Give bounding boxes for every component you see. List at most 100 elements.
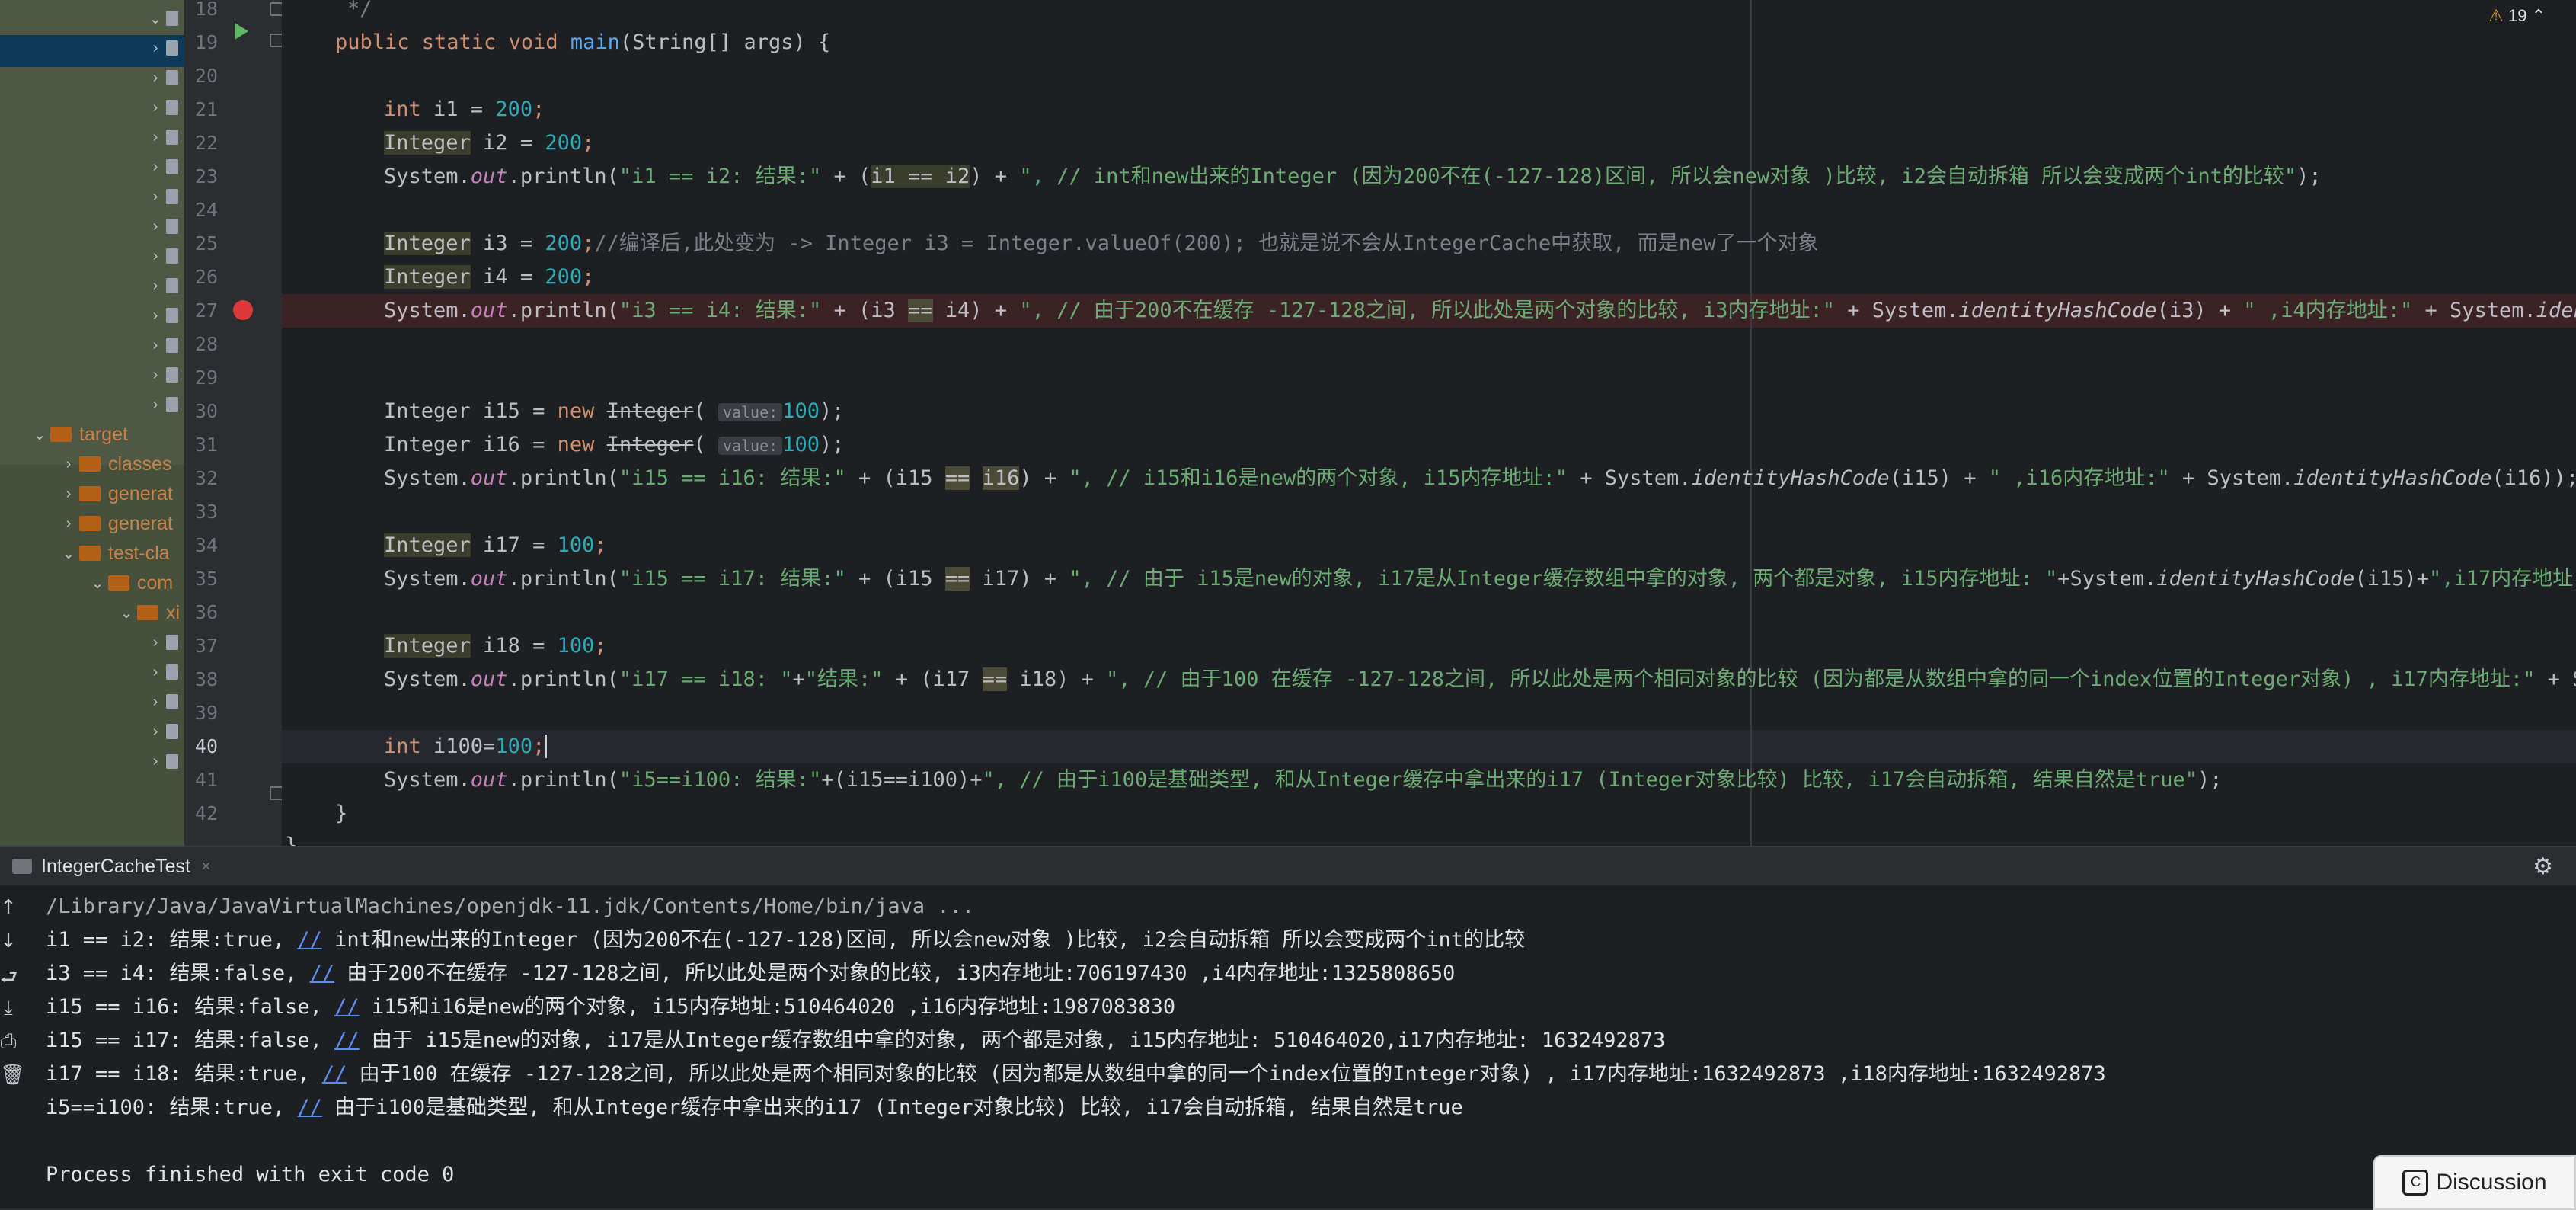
line-number: 18	[194, 0, 218, 20]
tree-item[interactable]: ›	[145, 272, 184, 299]
tree-item[interactable]: ⌄ target	[29, 421, 128, 448]
trash-icon[interactable]: 🗑	[0, 1064, 25, 1087]
tree-item[interactable]: ›	[145, 213, 184, 240]
tree-item[interactable]: ›	[145, 153, 184, 181]
chevron-right-icon[interactable]: ›	[58, 456, 79, 473]
chevron-right-icon[interactable]: ›	[145, 367, 166, 384]
tree-item[interactable]: ›	[145, 94, 184, 121]
code-token: + System.	[1834, 299, 1959, 322]
tree-item[interactable]: ›	[145, 658, 184, 686]
chevron-right-icon[interactable]: ›	[145, 693, 166, 711]
code-token: .println(	[507, 299, 619, 322]
chevron-right-icon[interactable]: ›	[145, 277, 166, 295]
tree-item[interactable]: ›	[145, 302, 184, 329]
tree-item[interactable]: ›	[145, 718, 184, 745]
package-icon	[166, 724, 178, 739]
tree-item[interactable]: ›	[145, 747, 184, 775]
chevron-right-icon[interactable]: ›	[145, 69, 166, 87]
chevron-right-icon[interactable]: ›	[145, 188, 166, 206]
run-gutter-icon[interactable]	[235, 23, 248, 40]
chevron-right-icon[interactable]: ›	[145, 99, 166, 117]
print-icon[interactable]: ⎙	[0, 1030, 17, 1054]
discussion-icon: C	[2402, 1170, 2429, 1196]
chevron-right-icon[interactable]: ›	[145, 307, 166, 325]
code-token: System.	[384, 466, 471, 490]
tree-item[interactable]: ›	[145, 361, 184, 389]
console-link[interactable]: //	[334, 1029, 360, 1052]
chevron-right-icon[interactable]: ›	[145, 396, 166, 414]
method-token: identityHashCode	[2293, 466, 2492, 490]
code-token: ;	[594, 533, 607, 557]
soft-wrap-icon[interactable]: ⮐	[0, 963, 18, 997]
code-token: );	[819, 399, 845, 423]
code-token: System.	[384, 165, 471, 188]
chevron-down-icon[interactable]: ⌄	[87, 574, 108, 593]
string-token: "i5==i100: 结果:"	[618, 768, 822, 792]
chevron-up-icon[interactable]: ⌃	[2532, 6, 2546, 25]
chevron-right-icon[interactable]: ›	[58, 515, 79, 533]
chevron-down-icon[interactable]: ⌄	[29, 425, 50, 444]
tree-item[interactable]: › generat	[58, 510, 173, 537]
close-icon[interactable]: ×	[201, 856, 211, 876]
string-token: "结果:"	[804, 667, 884, 691]
chevron-right-icon[interactable]: ›	[145, 158, 166, 176]
tree-item[interactable]: ⌄ com	[87, 569, 174, 597]
tree-item[interactable]: ›	[145, 64, 184, 91]
tree-item-label: generat	[108, 512, 173, 534]
scroll-up-icon[interactable]: ↑	[0, 896, 17, 919]
tree-item[interactable]: ›	[145, 629, 184, 656]
chevron-right-icon[interactable]: ›	[145, 723, 166, 741]
chevron-down-icon[interactable]: ⌄	[116, 603, 137, 623]
code-token: ;	[582, 232, 595, 255]
code-token: .println(	[507, 165, 619, 188]
string-token: ", // i15和i16是new的两个对象, i15内存地址:"	[1069, 466, 1568, 490]
scroll-down-icon[interactable]: ↓	[0, 930, 17, 952]
tree-item[interactable]: › classes	[58, 450, 172, 478]
discussion-button[interactable]: C Discussion	[2373, 1155, 2576, 1210]
chevron-right-icon[interactable]: ›	[145, 753, 166, 770]
chevron-right-icon[interactable]: ›	[145, 634, 166, 651]
tree-item[interactable]: ›	[145, 183, 184, 210]
code-line-25: Integer i3 = 200;//编译后,此处变为 -> Integer i…	[384, 227, 1818, 261]
chevron-right-icon[interactable]: ›	[145, 40, 166, 57]
chevron-down-icon[interactable]: ⌄	[58, 544, 79, 563]
tree-item[interactable]: ›	[145, 688, 184, 715]
chevron-right-icon[interactable]: ›	[58, 485, 79, 503]
tree-item[interactable]: ›	[145, 242, 184, 270]
folder-icon	[50, 427, 72, 442]
tree-item[interactable]: ›	[145, 34, 184, 62]
line-number: 36	[194, 601, 218, 623]
current-line-highlight	[282, 730, 2576, 763]
inspection-widget[interactable]: ⚠ 19 ⌃	[2488, 6, 2546, 26]
tree-item[interactable]: ⌄ test-cla	[58, 539, 170, 567]
tree-item[interactable]: ⌄ xi	[116, 599, 180, 626]
code-line-41: System.out.println("i5==i100: 结果:"+(i15=…	[384, 763, 2223, 797]
chevron-right-icon[interactable]: ›	[145, 129, 166, 146]
run-tab-integercachetest[interactable]: IntegerCacheTest ×	[12, 850, 211, 882]
console-link[interactable]: //	[334, 995, 360, 1019]
console-line: i1 == i2: 结果:true, // int和new出来的Integer …	[46, 924, 1525, 957]
chevron-right-icon[interactable]: ›	[145, 248, 166, 265]
code-token: Integer i15 =	[384, 399, 558, 423]
chevron-right-icon[interactable]: ›	[145, 337, 166, 354]
tree-item[interactable]: ›	[145, 331, 184, 359]
line-number: 27	[194, 299, 218, 322]
tree-item[interactable]: ›	[145, 391, 184, 418]
tree-item[interactable]: ⌄	[145, 5, 184, 32]
console-link[interactable]: //	[322, 1062, 347, 1086]
console-link[interactable]: //	[297, 928, 322, 952]
tree-item[interactable]: ›	[145, 123, 184, 151]
code-token: (i15) +	[1889, 466, 1989, 490]
breakpoint-icon[interactable]	[233, 300, 253, 320]
console-link[interactable]: //	[297, 1096, 322, 1119]
console-link[interactable]: //	[310, 962, 335, 985]
settings-gear-icon[interactable]: ⚙	[2533, 853, 2553, 880]
chevron-right-icon[interactable]: ›	[145, 664, 166, 681]
chevron-down-icon[interactable]: ⌄	[145, 9, 166, 28]
code-line-18: */	[347, 0, 372, 26]
tree-item[interactable]: › generat	[58, 480, 173, 507]
code-line-23: System.out.println("i1 == i2: 结果:" + (i1…	[384, 160, 2322, 194]
scroll-to-end-icon[interactable]: ⤓	[0, 997, 17, 1020]
chevron-right-icon[interactable]: ›	[145, 218, 166, 235]
code-editor[interactable]: */ public static void main(String[] args…	[282, 0, 2576, 846]
